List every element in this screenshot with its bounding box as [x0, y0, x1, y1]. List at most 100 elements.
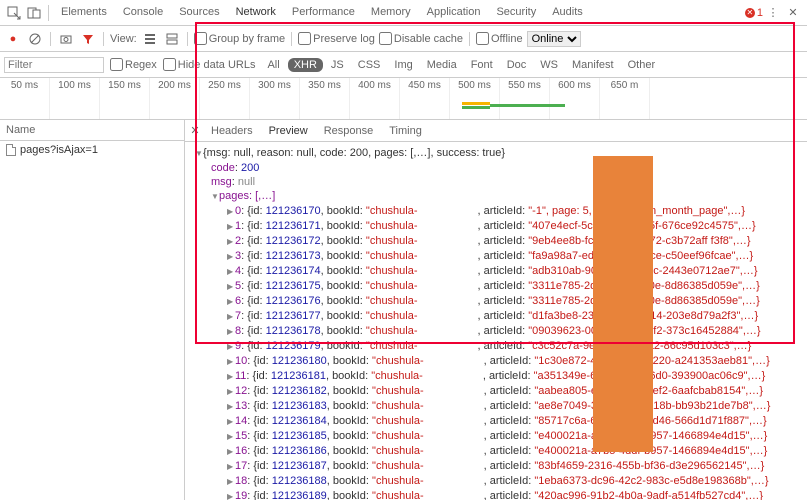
json-row[interactable]: 17: {id: 121236187, bookId: "chushula-, …: [195, 459, 807, 474]
timeline-tick: 400 ms: [350, 78, 400, 120]
more-icon[interactable]: ⋮: [763, 3, 783, 23]
json-row[interactable]: 19: {id: 121236189, bookId: "chushula-, …: [195, 489, 807, 500]
clear-icon[interactable]: [26, 30, 44, 48]
filter-pill-media[interactable]: Media: [421, 58, 463, 72]
regex-checkbox[interactable]: Regex: [110, 58, 157, 71]
timeline-tick: 450 ms: [400, 78, 450, 120]
request-list: Name pages?isAjax=1: [0, 120, 185, 500]
json-row[interactable]: 13: {id: 121236183, bookId: "chushula-, …: [195, 399, 807, 414]
device-toggle-icon[interactable]: [24, 3, 44, 23]
json-row[interactable]: 1: {id: 121236171, bookId: "chushula-, a…: [195, 219, 807, 234]
tab-security[interactable]: Security: [488, 2, 544, 24]
json-row[interactable]: 2: {id: 121236172, bookId: "chushula-, a…: [195, 234, 807, 249]
camera-icon[interactable]: [57, 30, 75, 48]
view-list-icon[interactable]: [141, 30, 159, 48]
json-preview[interactable]: {msg: null, reason: null, code: 200, pag…: [185, 142, 807, 500]
json-row[interactable]: 7: {id: 121236177, bookId: "chushula-, a…: [195, 309, 807, 324]
timeline[interactable]: 50 ms100 ms150 ms200 ms250 ms300 ms350 m…: [0, 78, 807, 120]
json-row[interactable]: {msg: null, reason: null, code: 200, pag…: [195, 146, 807, 161]
detail-tabs: ✕ HeadersPreviewResponseTiming: [185, 120, 807, 142]
separator: [50, 32, 51, 46]
panel-tabs: ElementsConsoleSourcesNetworkPerformance…: [53, 2, 591, 24]
record-icon[interactable]: ●: [4, 30, 22, 48]
close-detail-icon[interactable]: ✕: [187, 124, 203, 137]
filter-pill-xhr[interactable]: XHR: [288, 58, 323, 72]
timeline-tick: 600 ms: [550, 78, 600, 120]
json-row[interactable]: 10: {id: 121236180, bookId: "chushula-, …: [195, 354, 807, 369]
timeline-tick: 500 ms: [450, 78, 500, 120]
detail-tab-timing[interactable]: Timing: [381, 123, 430, 139]
filter-bar: Regex Hide data URLs AllXHRJSCSSImgMedia…: [0, 52, 807, 78]
detail-tab-headers[interactable]: Headers: [203, 123, 261, 139]
json-row[interactable]: 9: {id: 121236179, bookId: "chushula-, a…: [195, 339, 807, 354]
json-row[interactable]: 6: {id: 121236176, bookId: "chushula-, a…: [195, 294, 807, 309]
filter-input[interactable]: [4, 57, 104, 73]
json-row[interactable]: 15: {id: 121236185, bookId: "chushula-, …: [195, 429, 807, 444]
document-icon: [6, 144, 16, 156]
separator: [187, 32, 188, 46]
json-row[interactable]: 0: {id: 121236170, bookId: "chushula-, a…: [195, 204, 807, 219]
tab-performance[interactable]: Performance: [284, 2, 363, 24]
preserve-log-checkbox[interactable]: Preserve log: [298, 32, 375, 45]
throttle-select[interactable]: Online: [527, 31, 581, 47]
filter-icon[interactable]: [79, 30, 97, 48]
detail-tab-preview[interactable]: Preview: [261, 123, 316, 139]
filter-pill-other[interactable]: Other: [622, 58, 662, 72]
detail-pane: ✕ HeadersPreviewResponseTiming {msg: nul…: [185, 120, 807, 500]
disable-cache-checkbox[interactable]: Disable cache: [379, 32, 463, 45]
json-row[interactable]: code: 200: [195, 161, 807, 175]
filter-pill-css[interactable]: CSS: [352, 58, 387, 72]
json-row[interactable]: 14: {id: 121236184, bookId: "chushula-, …: [195, 414, 807, 429]
detail-tab-response[interactable]: Response: [316, 123, 382, 139]
filter-pill-js[interactable]: JS: [325, 58, 350, 72]
filter-pill-doc[interactable]: Doc: [501, 58, 533, 72]
close-icon[interactable]: ✕: [783, 3, 803, 23]
error-badge[interactable]: ✕1: [745, 7, 763, 19]
filter-pill-ws[interactable]: WS: [534, 58, 564, 72]
timeline-tick: 50 ms: [0, 78, 50, 120]
filter-pill-font[interactable]: Font: [465, 58, 499, 72]
network-toolbar: ● View: Group by frame Preserve log Disa…: [0, 26, 807, 52]
timeline-tick: 250 ms: [200, 78, 250, 120]
view-label: View:: [110, 33, 137, 45]
name-column-header[interactable]: Name: [0, 120, 184, 141]
view-large-icon[interactable]: [163, 30, 181, 48]
tab-memory[interactable]: Memory: [363, 2, 419, 24]
separator: [48, 5, 49, 21]
timeline-tick: 650 m: [600, 78, 650, 120]
timeline-tick: 100 ms: [50, 78, 100, 120]
separator: [103, 32, 104, 46]
tab-elements[interactable]: Elements: [53, 2, 115, 24]
separator: [291, 32, 292, 46]
group-by-frame-checkbox[interactable]: Group by frame: [194, 32, 285, 45]
request-name: pages?isAjax=1: [20, 144, 98, 156]
filter-pill-img[interactable]: Img: [388, 58, 418, 72]
tab-console[interactable]: Console: [115, 2, 171, 24]
tab-sources[interactable]: Sources: [171, 2, 227, 24]
tab-network[interactable]: Network: [228, 2, 284, 24]
json-row[interactable]: 11: {id: 121236181, bookId: "chushula-, …: [195, 369, 807, 384]
devtools-topbar: ElementsConsoleSourcesNetworkPerformance…: [0, 0, 807, 26]
inspect-icon[interactable]: [4, 3, 24, 23]
timeline-bar: [462, 102, 490, 105]
request-item[interactable]: pages?isAjax=1: [0, 141, 184, 159]
tab-application[interactable]: Application: [419, 2, 489, 24]
json-row[interactable]: msg: null: [195, 175, 807, 189]
tab-audits[interactable]: Audits: [544, 2, 591, 24]
main-pane: Name pages?isAjax=1 ✕ HeadersPreviewResp…: [0, 120, 807, 500]
json-row[interactable]: 5: {id: 121236175, bookId: "chushula-, a…: [195, 279, 807, 294]
timeline-tick: 350 ms: [300, 78, 350, 120]
json-row[interactable]: 3: {id: 121236173, bookId: "chushula-, a…: [195, 249, 807, 264]
timeline-tick: 200 ms: [150, 78, 200, 120]
json-row[interactable]: 8: {id: 121236178, bookId: "chushula-, a…: [195, 324, 807, 339]
hide-data-urls-checkbox[interactable]: Hide data URLs: [163, 58, 256, 71]
json-row[interactable]: pages: [,…]: [195, 189, 807, 204]
offline-checkbox[interactable]: Offline: [476, 32, 523, 45]
json-row[interactable]: 12: {id: 121236182, bookId: "chushula-, …: [195, 384, 807, 399]
filter-pill-all[interactable]: All: [261, 58, 285, 72]
timeline-tick: 150 ms: [100, 78, 150, 120]
json-row[interactable]: 4: {id: 121236174, bookId: "chushula-, a…: [195, 264, 807, 279]
json-row[interactable]: 16: {id: 121236186, bookId: "chushula-, …: [195, 444, 807, 459]
filter-pill-manifest[interactable]: Manifest: [566, 58, 620, 72]
json-row[interactable]: 18: {id: 121236188, bookId: "chushula-, …: [195, 474, 807, 489]
